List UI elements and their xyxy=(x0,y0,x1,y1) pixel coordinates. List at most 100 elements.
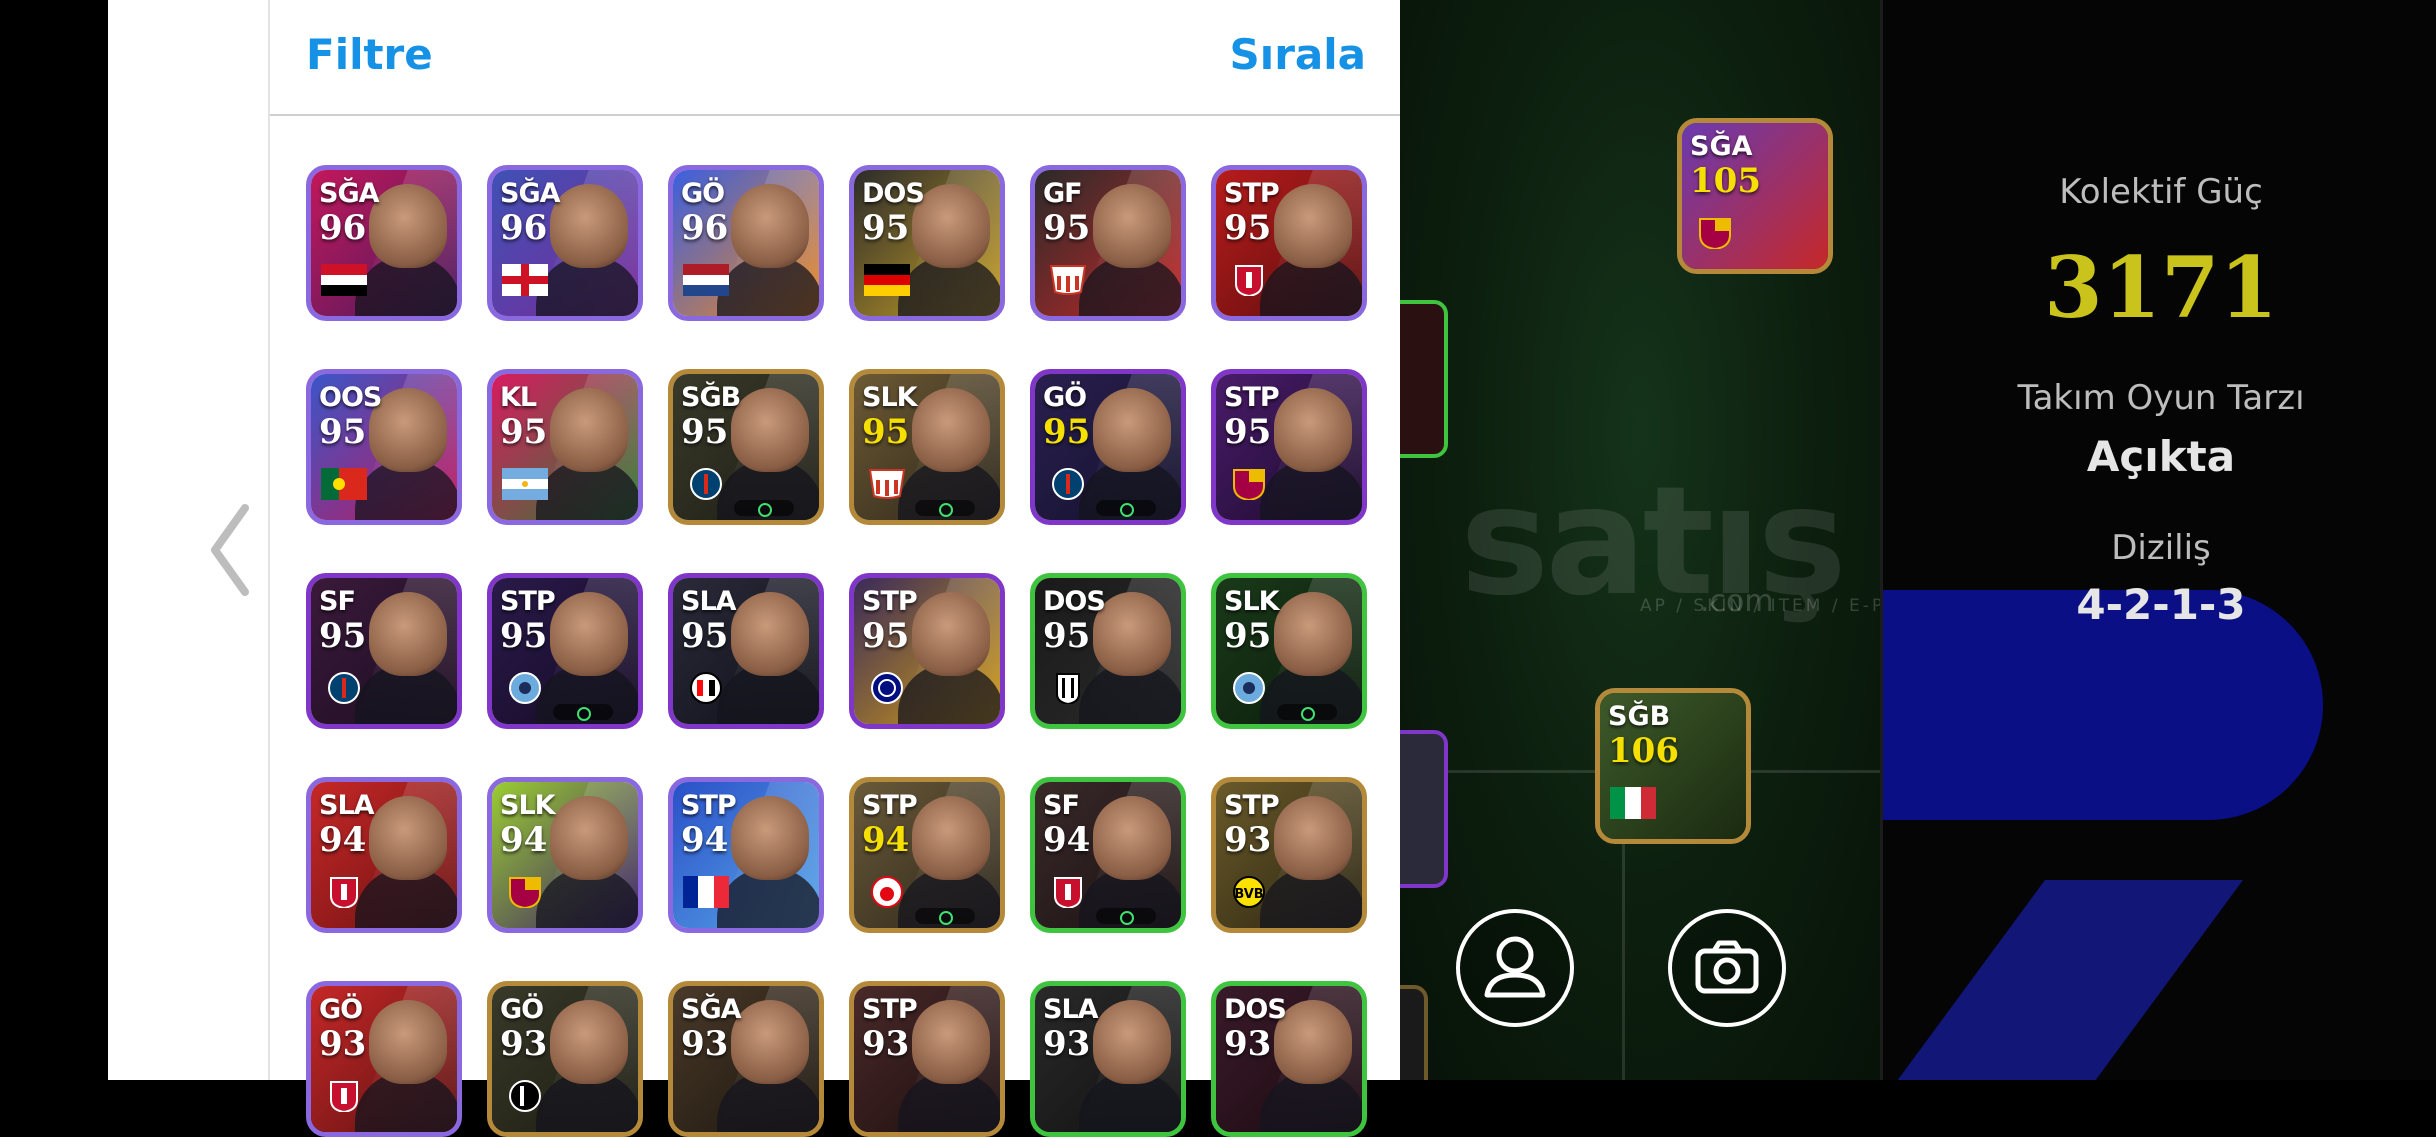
newcastle-icon xyxy=(509,1080,541,1112)
player-position: GÖ xyxy=(681,178,725,209)
partial-player-card[interactable] xyxy=(1400,730,1448,888)
barcelona-icon xyxy=(1699,218,1731,249)
player-rating: 93 xyxy=(862,1024,910,1064)
player-rating: 106 xyxy=(1608,731,1679,771)
player-card[interactable]: OOS 95 xyxy=(306,369,462,525)
player-card[interactable]: GÖ 93 xyxy=(306,981,462,1137)
player-card[interactable]: SĞB 95 xyxy=(668,369,824,525)
player-position: STP xyxy=(862,790,918,821)
player-rating: 93 xyxy=(681,1024,729,1064)
player-rating: 95 xyxy=(500,412,548,452)
player-portrait-head xyxy=(550,592,628,676)
play-style-label: Takım Oyun Tarzı xyxy=(2017,378,2305,418)
milan-icon xyxy=(690,672,722,704)
filter-button[interactable]: Filtre xyxy=(306,30,433,79)
player-card[interactable]: KL 95 xyxy=(487,369,643,525)
player-portrait-head xyxy=(912,388,990,472)
player-card[interactable]: SLA 93 xyxy=(1030,981,1186,1137)
player-portrait-head xyxy=(731,388,809,472)
player-card[interactable]: STP 93 xyxy=(849,981,1005,1137)
germany-icon xyxy=(864,264,910,296)
player-position: DOS xyxy=(862,178,925,209)
player-portrait-head xyxy=(731,184,809,268)
player-position: STP xyxy=(862,994,918,1025)
player-rating: 93 xyxy=(1224,1024,1272,1064)
player-card[interactable]: SLA 95 xyxy=(668,573,824,729)
screenshot-button[interactable] xyxy=(1668,909,1786,1027)
player-card[interactable]: SLK 95 xyxy=(1211,573,1367,729)
player-card[interactable]: STP 94 xyxy=(668,777,824,933)
player-card[interactable]: GÖ 95 xyxy=(1030,369,1186,525)
player-rating: 93 xyxy=(319,1024,367,1064)
player-card[interactable]: STP 95 xyxy=(1211,369,1367,525)
player-portrait-head xyxy=(369,184,447,268)
player-rating: 94 xyxy=(681,820,729,860)
decorative-shape xyxy=(1883,880,2243,1080)
player-card[interactable]: STP 95 xyxy=(849,573,1005,729)
player-rating: 95 xyxy=(319,616,367,656)
player-portrait-head xyxy=(731,1000,809,1084)
player-card-grid: SĞA 96 SĞA 96 GÖ 96 DOS 95 GF 95 STP 95 OOS 95 KL 95 SĞB… xyxy=(306,165,1376,1137)
player-position: KL xyxy=(500,382,537,413)
partial-player-card[interactable] xyxy=(1400,300,1448,458)
player-card[interactable]: SLK 95 xyxy=(849,369,1005,525)
team-power-label: Kolektif Güç xyxy=(2059,172,2263,212)
skill-indicator-icon xyxy=(553,704,613,721)
player-position: SLK xyxy=(500,790,556,821)
player-card[interactable]: GÖ 93 xyxy=(487,981,643,1137)
player-card[interactable]: SĞA 93 xyxy=(668,981,824,1137)
player-position: GF xyxy=(1043,178,1083,209)
benfica-icon xyxy=(871,876,903,908)
barcelona-icon xyxy=(509,877,541,908)
argentina-icon xyxy=(502,468,548,500)
player-position: SLK xyxy=(862,382,918,413)
player-card[interactable]: GÖ 96 xyxy=(668,165,824,321)
formation-label: Diziliş xyxy=(2111,528,2211,568)
player-portrait-head xyxy=(550,388,628,472)
sort-button[interactable]: Sırala xyxy=(1230,30,1366,79)
skill-indicator-icon xyxy=(1096,908,1156,925)
player-card[interactable]: SĞA 96 xyxy=(487,165,643,321)
player-position: SĞA xyxy=(500,178,561,209)
player-card[interactable]: STP 95 xyxy=(1211,165,1367,321)
player-card[interactable]: SLA 94 xyxy=(306,777,462,933)
player-card[interactable]: GF 95 xyxy=(1030,165,1186,321)
atletico-icon xyxy=(868,469,906,499)
player-position: DOS xyxy=(1043,586,1106,617)
player-card[interactable]: SLK 94 xyxy=(487,777,643,933)
player-card[interactable]: DOS 95 xyxy=(849,165,1005,321)
player-rating: 95 xyxy=(500,616,548,656)
chevron-left-icon[interactable] xyxy=(205,500,255,600)
player-rating: 93 xyxy=(500,1024,548,1064)
portugal-icon xyxy=(321,468,367,500)
player-rating: 95 xyxy=(1043,616,1091,656)
player-card[interactable]: STP 95 xyxy=(487,573,643,729)
team-info-panel: Kolektif Güç 3171 Takım Oyun Tarzı Açıkt… xyxy=(1880,0,2436,1080)
player-portrait-head xyxy=(731,796,809,880)
player-rating: 93 xyxy=(1224,820,1272,860)
england-icon xyxy=(502,264,548,296)
pitch-player-card[interactable]: SĞA 105 xyxy=(1677,118,1833,274)
player-portrait-head xyxy=(1093,796,1171,880)
player-rating: 95 xyxy=(1224,616,1272,656)
profile-button[interactable] xyxy=(1456,909,1574,1027)
player-position: SLA xyxy=(1043,994,1099,1025)
player-portrait-head xyxy=(912,796,990,880)
team-power-value: 3171 xyxy=(2044,238,2278,337)
player-card[interactable]: SF 94 xyxy=(1030,777,1186,933)
skill-indicator-icon xyxy=(915,500,975,517)
partial-player-card[interactable] xyxy=(1400,985,1428,1080)
player-position: GÖ xyxy=(319,994,363,1025)
player-rating: 96 xyxy=(681,208,729,248)
player-card[interactable]: STP 94 xyxy=(849,777,1005,933)
player-card[interactable]: STP 93 BVB xyxy=(1211,777,1367,933)
player-rating: 94 xyxy=(500,820,548,860)
player-position: STP xyxy=(862,586,918,617)
pitch-player-card[interactable]: SĞB 106 xyxy=(1595,688,1751,844)
player-position: STP xyxy=(500,586,556,617)
player-card[interactable]: DOS 93 xyxy=(1211,981,1367,1137)
player-card[interactable]: SĞA 96 xyxy=(306,165,462,321)
player-card[interactable]: DOS 95 xyxy=(1030,573,1186,729)
player-position: SLK xyxy=(1224,586,1280,617)
player-card[interactable]: SF 95 xyxy=(306,573,462,729)
